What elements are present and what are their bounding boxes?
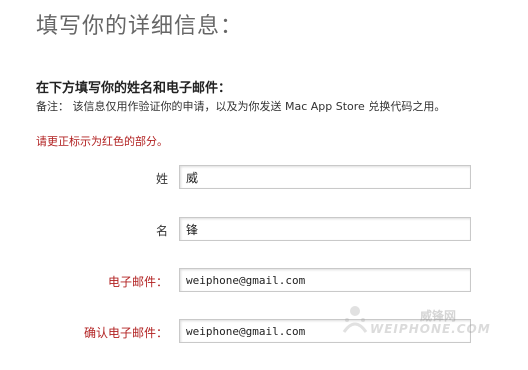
first-name-field[interactable]: [179, 217, 471, 241]
form-row-last-name: 姓: [0, 165, 528, 191]
confirm-email-field[interactable]: [179, 319, 471, 343]
form-row-first-name: 名: [0, 217, 528, 243]
section-heading: 在下方填写你的姓名和电子邮件：: [36, 81, 232, 96]
form-row-email: 电子邮件：: [0, 268, 528, 294]
form-row-confirm-email: 确认电子邮件：: [0, 319, 528, 345]
last-name-label: 姓: [155, 172, 168, 186]
error-message: 请更正标示为红色的部分。: [36, 135, 168, 148]
confirm-email-label: 确认电子邮件：: [83, 326, 168, 340]
email-field[interactable]: [179, 268, 471, 292]
last-name-field[interactable]: [179, 165, 471, 189]
note-text: 备注： 该信息仅用作验证你的申请，以及为你发送 Mac App Store 兑换…: [36, 100, 446, 113]
first-name-label: 名: [155, 224, 168, 238]
email-label: 电子邮件：: [107, 275, 168, 289]
page-title: 填写你的详细信息：: [36, 14, 244, 39]
